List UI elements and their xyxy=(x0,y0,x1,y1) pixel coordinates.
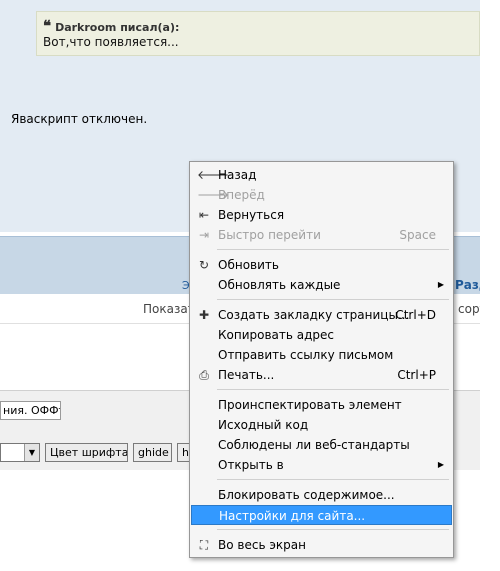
menu-item-shortcut: Ctrl+P xyxy=(397,368,436,382)
arrow-right-icon: 🡒 xyxy=(197,188,230,202)
menu-item[interactable]: Копировать адрес xyxy=(191,325,452,345)
menu-item[interactable]: 🡐 Назад xyxy=(191,165,452,185)
menu-item-label: Открыть в xyxy=(218,458,284,472)
menu-separator xyxy=(217,389,449,390)
menu-separator xyxy=(217,249,449,250)
menu-item[interactable]: Блокировать содержимое... xyxy=(191,485,452,505)
menu-item-label: Во весь экран xyxy=(218,538,306,552)
menu-item-label: Копировать адрес xyxy=(218,328,335,342)
font-size-select[interactable]: ▼ xyxy=(0,443,40,462)
right-edge xyxy=(480,0,500,571)
quote-text: Вот,что появляется... xyxy=(43,35,179,49)
fast-forward-icon: ⇥ xyxy=(198,228,210,242)
menu-item[interactable]: Соблюдены ли веб-стандарты xyxy=(191,435,452,455)
rewind-icon: ⇤ xyxy=(198,208,210,222)
menu-item-label: Создать закладку страницы... xyxy=(218,308,410,322)
menu-item-label: Соблюдены ли веб-стандарты xyxy=(218,438,410,452)
menu-separator xyxy=(217,529,449,530)
menu-item[interactable]: ⎙ Печать... Ctrl+P xyxy=(191,365,452,385)
printer-icon: ⎙ xyxy=(199,368,209,382)
menu-item[interactable]: Проинспектировать элемент xyxy=(191,395,452,415)
menu-separator xyxy=(217,299,449,300)
plus-icon: ✚ xyxy=(198,308,210,322)
submenu-arrow-icon: ▶ xyxy=(437,460,444,469)
menu-item-label: Обновить xyxy=(218,258,279,272)
menu-item-label: Проинспектировать элемент xyxy=(218,398,402,412)
menu-item-label: Назад xyxy=(218,168,257,182)
menu-item-shortcut: Space xyxy=(399,228,436,242)
menu-item-label: Обновлять каждые xyxy=(218,278,341,292)
menu-item[interactable]: Открыть в ▶ xyxy=(191,455,452,475)
menu-item[interactable]: Обновлять каждые ▶ xyxy=(191,275,452,295)
chevron-down-icon[interactable]: ▼ xyxy=(24,444,39,461)
menu-item[interactable]: Исходный код xyxy=(191,415,452,435)
menu-item[interactable]: ⇤ Вернуться xyxy=(191,205,452,225)
menu-item[interactable]: ↻ Обновить xyxy=(191,255,452,275)
quote-block: ❝ Darkroom писал(а): Вот,что появляется..… xyxy=(36,11,480,56)
menu-item[interactable]: Настройки для сайта... xyxy=(191,505,452,525)
menu-item[interactable]: Отправить ссылку письмом xyxy=(191,345,452,365)
menu-item-label: Печать... xyxy=(218,368,275,382)
menu-item-shortcut: Ctrl+D xyxy=(395,308,436,322)
subject-input[interactable]: ния. ОФФто xyxy=(0,401,61,420)
ghide-button[interactable]: ghide xyxy=(133,443,172,462)
menu-item: 🡒 Вперёд xyxy=(191,185,452,205)
menu-item-label: Блокировать содержимое... xyxy=(218,488,395,502)
show-label: Показат xyxy=(143,302,195,316)
browser-viewport: ❝ Darkroom писал(а): Вот,что появляется..… xyxy=(0,0,500,571)
menu-item[interactable]: ⛶ Во весь экран xyxy=(191,535,452,555)
quote-author: Darkroom писал(а): xyxy=(55,21,180,34)
reload-icon: ↻ xyxy=(198,258,210,272)
menu-item-label: Исходный код xyxy=(218,418,309,432)
menu-item-label: Быстро перейти xyxy=(218,228,321,242)
submenu-arrow-icon: ▶ xyxy=(437,280,444,289)
quote-mark-icon: ❝ xyxy=(43,17,52,35)
menu-item-label: Вернуться xyxy=(218,208,285,222)
menu-item-label: Отправить ссылку письмом xyxy=(218,348,394,362)
menu-item: ⇥ Быстро перейти Space xyxy=(191,225,452,245)
menu-item-label: Вперёд xyxy=(218,188,265,202)
fullscreen-icon: ⛶ xyxy=(199,538,209,552)
context-menu: 🡐 Назад 🡒 Вперёд ⇤ Вернуться ⇥ Быстро перейти Sp… xyxy=(189,161,454,558)
menu-item-label: Настройки для сайта... xyxy=(219,509,366,523)
menu-separator xyxy=(217,479,449,480)
quote-header: ❝ Darkroom писал(а): xyxy=(43,17,179,35)
font-color-button[interactable]: Цвет шрифта xyxy=(45,443,128,462)
post-text: Яваскрипт отключен. xyxy=(11,112,148,126)
arrow-left-icon: 🡐 xyxy=(197,168,230,182)
menu-item[interactable]: ✚ Создать закладку страницы... Ctrl+D xyxy=(191,305,452,325)
